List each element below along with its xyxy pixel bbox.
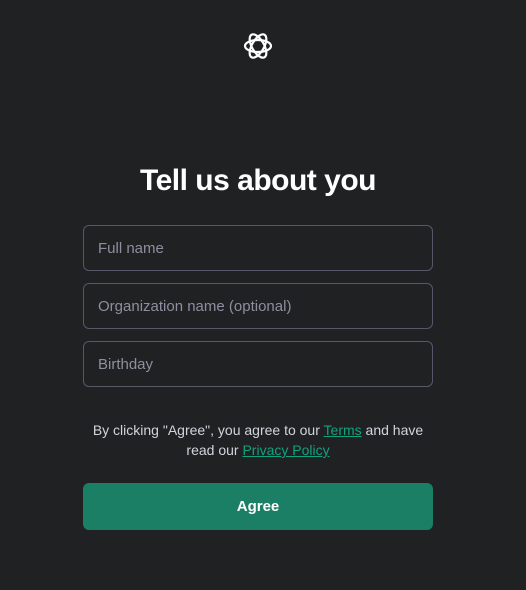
privacy-policy-link[interactable]: Privacy Policy	[242, 442, 329, 458]
legal-notice: By clicking "Agree", you agree to our Te…	[83, 420, 433, 460]
full-name-input[interactable]	[83, 225, 433, 271]
agree-button[interactable]: Agree	[83, 483, 433, 530]
organization-name-input[interactable]	[83, 283, 433, 329]
openai-logo-icon	[242, 30, 274, 62]
birthday-input[interactable]	[83, 341, 433, 387]
openai-logo-icon-svg	[243, 33, 273, 59]
page-title: Tell us about you	[140, 164, 376, 197]
terms-link[interactable]: Terms	[324, 422, 362, 438]
legal-text-part-1: By clicking "Agree", you agree to our	[92, 422, 324, 438]
